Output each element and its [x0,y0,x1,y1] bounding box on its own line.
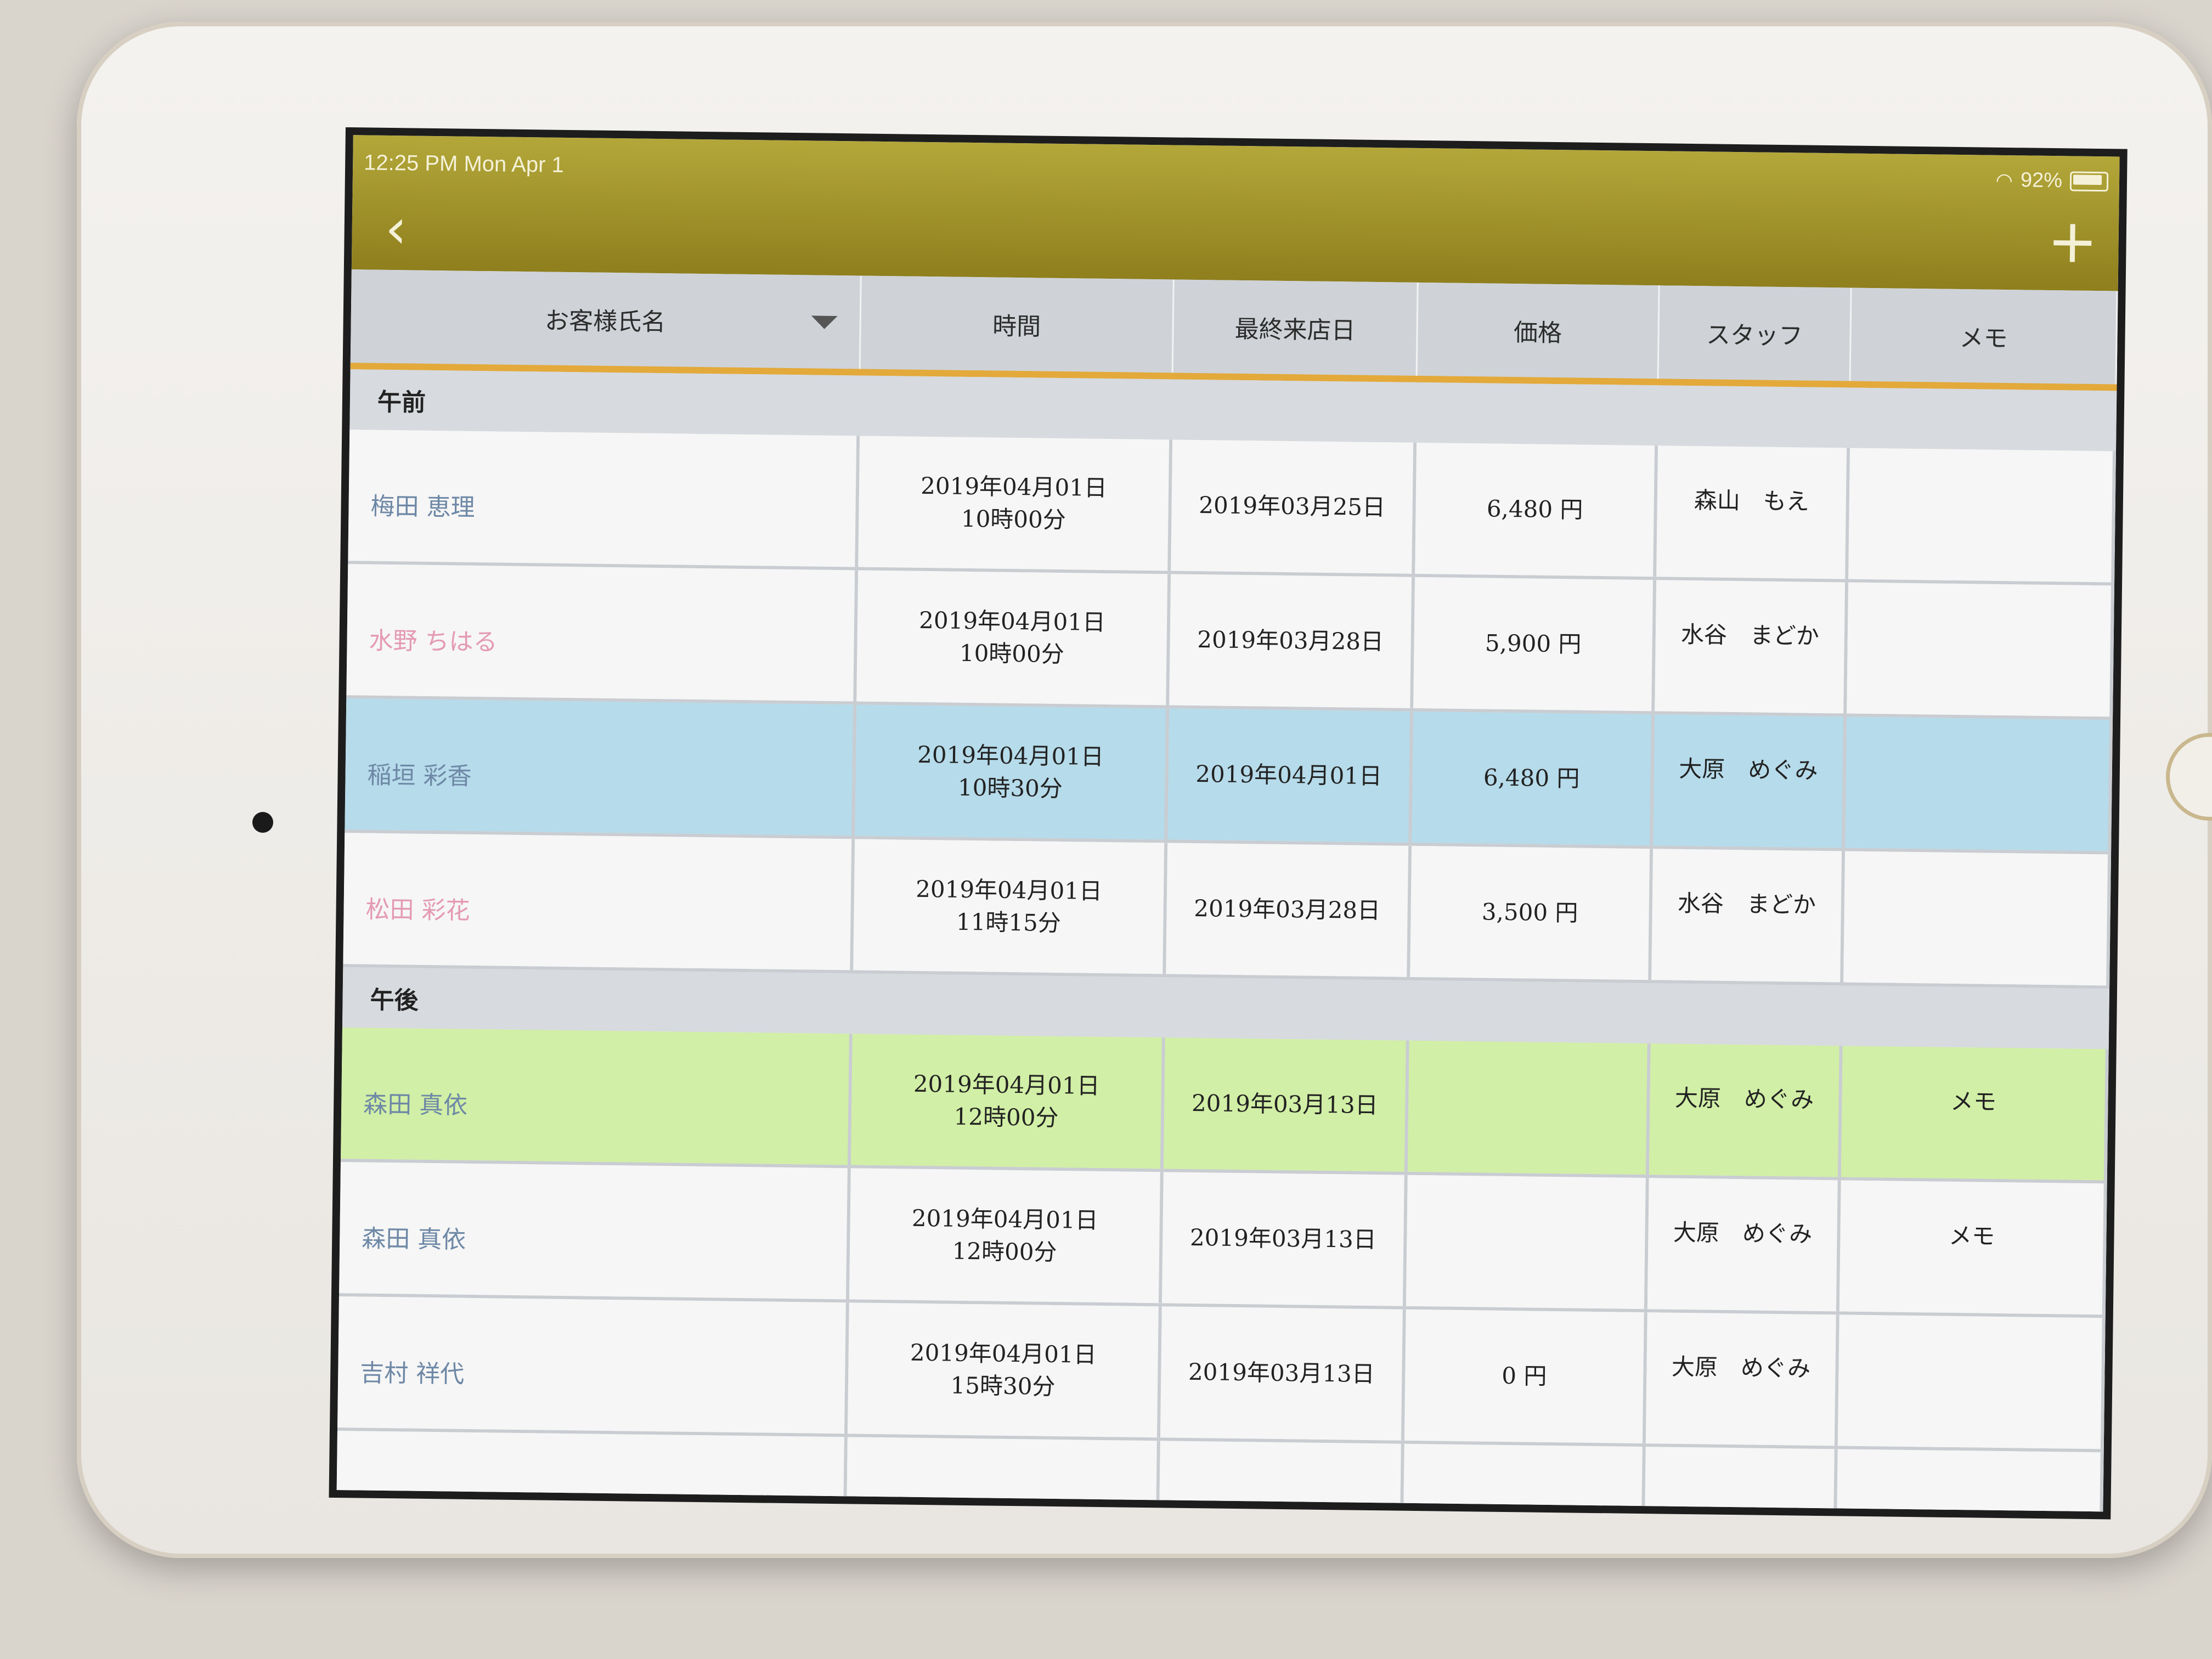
last-visit: 2019年03月13日 [1163,1037,1409,1172]
last-visit: 2019年03月13日 [1160,1306,1406,1441]
price: 0 円 [1404,1309,1647,1444]
table-row[interactable]: 松田 彩花 2019年04月01日 11時15分 2019年03月28日 3,5… [343,833,2112,989]
header-label: 価格 [1513,319,1562,348]
staff: 大原 めぐみ [1645,1312,1839,1446]
staff: 大原 めぐみ [1653,714,1847,848]
status-indicators: ◠ 92% [1995,168,2109,194]
header-label: 最終来店日 [1234,315,1356,345]
staff: 森山 もえ [1656,445,1850,579]
header-label: メモ [1959,324,2008,353]
price: 6,480 円 [1415,442,1658,577]
sort-down-icon[interactable] [811,315,838,329]
last-visit: 2019年03月13日 [1161,1172,1408,1306]
status-time: 12:25 PM Mon Apr 1 [363,150,565,177]
customer-name: 森田 真依 [339,1162,851,1300]
chevron-left-icon: ‹ [385,196,408,261]
table-row[interactable]: 森田 真依 2019年04月01日 12時00分 2019年03月13日 大原 … [340,1028,2109,1184]
header-label: お客様氏名 [544,307,666,337]
battery-icon [2069,171,2109,191]
empty-cell [1644,1447,1838,1520]
last-visit: 2019年03月25日 [1171,439,1417,574]
price: 3,500 円 [1410,845,1654,980]
header-label: 時間 [992,312,1041,341]
price [1407,1040,1651,1175]
customer-name: 吉村 祥代 [337,1296,849,1434]
header-memo[interactable]: メモ [1850,287,2118,385]
price: 5,900 円 [1413,577,1657,712]
memo: メモ [1841,1046,2109,1181]
table-row[interactable]: 吉村 祥代 2019年04月01日 15時30分 2019年03月13日 0 円… [337,1296,2106,1453]
last-visit: 2019年04月01日 [1167,708,1414,843]
appointment-time: 2019年04月01日 10時00分 [858,436,1173,571]
staff: 大原 めぐみ [1649,1043,1843,1177]
header-last-visit[interactable]: 最終来店日 [1173,279,1419,376]
appointment-time: 2019年04月01日 10時30分 [855,704,1170,840]
navigation-bar: 12:25 PM Mon Apr 1 ◠ 92% ‹ + [351,135,2120,291]
staff: 水谷 まどか [1655,580,1849,714]
empty-cell [1158,1441,1404,1520]
appointment-time: 2019年04月01日 12時00分 [850,1034,1165,1169]
front-camera [252,812,273,833]
empty-cell [336,1430,848,1520]
header-customer-name[interactable]: お客様氏名 [350,269,862,369]
last-visit: 2019年03月28日 [1169,574,1415,708]
home-button[interactable] [2166,733,2212,821]
battery-percent: 92% [2020,168,2063,193]
empty-cell [1836,1449,2104,1520]
appointment-time: 2019年04月01日 15時30分 [847,1302,1162,1438]
price [1406,1175,1649,1310]
back-button[interactable]: ‹ [385,196,435,261]
appointment-time: 2019年04月01日 10時00分 [856,570,1171,706]
header-staff[interactable]: スタッフ [1658,285,1852,381]
table-row[interactable]: 稲垣 彩香 2019年04月01日 10時30分 2019年04月01日 6,4… [345,698,2113,855]
customer-name: 松田 彩花 [343,833,855,970]
wifi-icon: ◠ [1995,168,2013,191]
appointment-time: 2019年04月01日 11時15分 [853,839,1168,974]
memo [1837,1314,2106,1449]
memo: メモ [1839,1180,2107,1315]
memo [1848,448,2117,583]
customer-name: 森田 真依 [341,1028,853,1165]
header-time[interactable]: 時間 [860,275,1175,373]
last-visit: 2019年03月28日 [1166,843,1412,977]
empty-cell [845,1437,1160,1520]
table-row[interactable]: 森田 真依 2019年04月01日 12時00分 2019年03月13日 大原 … [338,1162,2107,1318]
memo [1845,716,2113,851]
add-button[interactable]: + [2047,206,2098,276]
tablet-device: 12:25 PM Mon Apr 1 ◠ 92% ‹ + お客様氏名 時間 最終… [77,22,2212,1558]
screen: 12:25 PM Mon Apr 1 ◠ 92% ‹ + お客様氏名 時間 最終… [329,127,2128,1520]
customer-name: 稲垣 彩香 [345,698,857,836]
staff: 水谷 まどか [1651,849,1846,983]
table-row[interactable]: 水野 ちはる 2019年04月01日 10時00分 2019年03月28日 5,… [346,564,2115,720]
customer-name: 梅田 恵理 [348,430,860,567]
header-label: スタッフ [1706,321,1803,351]
appointment-time: 2019年04月01日 12時00分 [849,1168,1164,1304]
price: 6,480 円 [1412,711,1655,846]
staff: 大原 めぐみ [1647,1178,1841,1312]
empty-cell [1402,1443,1646,1520]
plus-icon: + [2046,205,2098,277]
memo [1847,582,2115,717]
memo [1843,851,2112,986]
header-price[interactable]: 価格 [1417,282,1660,379]
table-row[interactable]: 梅田 恵理 2019年04月01日 10時00分 2019年03月25日 6,4… [348,430,2117,586]
customer-name: 水野 ちはる [346,564,859,702]
